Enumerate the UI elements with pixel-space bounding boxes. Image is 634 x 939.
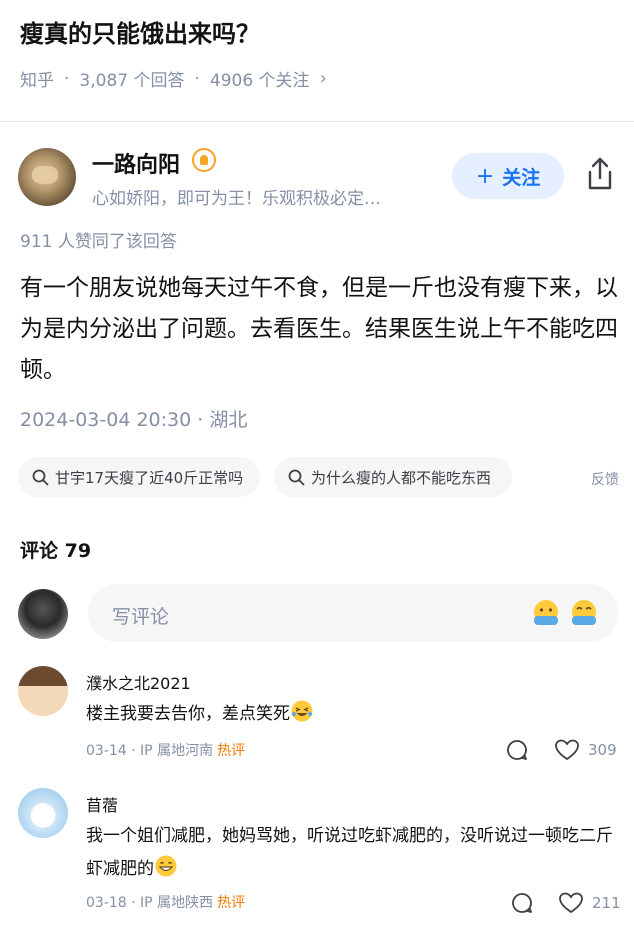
heart-icon[interactable] [558,891,584,915]
answer-time: 2024-03-04 20:30 · 湖北 [20,409,248,431]
divider [0,121,634,122]
search-icon [32,469,49,485]
comment-input-placeholder[interactable]: 写评论 [112,602,169,629]
author-name[interactable]: 一路向阳 [92,147,180,179]
author-avatar[interactable] [18,148,76,206]
feedback-link[interactable]: 反馈 [591,469,619,489]
grinning-emoji-icon [155,855,177,877]
commenter-name[interactable]: 苜蓿 [86,792,118,816]
thanks-emoji-icon[interactable] [531,598,561,628]
agree-count: 911 人赞同了该回答 [20,232,177,252]
plus-icon: + [475,163,495,189]
my-avatar [18,589,68,639]
related-search-chip[interactable]: 甘宇17天瘦了近40斤正常吗 [18,457,260,497]
comment-meta: 03-14 · IP 属地河南 热评 [86,743,246,759]
answer-content[interactable]: 有一个朋友说她每天过午不食，但是一斤也没有瘦下来，以为是内分泌出了问题。去看医生… [20,268,620,391]
chevron-right-icon: › [319,68,327,89]
source-label: 知乎 [20,71,54,91]
commenter-name[interactable]: 濮水之北2021 [86,670,191,694]
related-search-chip[interactable]: 为什么瘦的人都不能吃东西 [274,457,512,497]
comments-title: 评论 79 [20,540,92,562]
chip-label: 甘宇17天瘦了近40斤正常吗 [55,468,244,487]
comment-text[interactable]: 我一个姐们减肥，她妈骂她，听说过吃虾减肥的，没听说过一顿吃二斤虾减肥的 [86,820,616,886]
question-meta[interactable]: 知乎 · 3,087 个回答 · 4906 个关注 › [20,66,327,91]
author-bio: 心如娇阳，即可为王！乐观积极必定… [92,189,381,209]
follower-count: 4906 个关注 [209,71,310,91]
hot-comment-badge: 热评 [217,895,246,911]
follow-button[interactable]: + 关注 [452,153,564,199]
commenter-avatar[interactable] [18,666,68,716]
like-count: 309 [588,741,617,759]
laughing-emoji-icon [291,700,313,722]
lock-badge-icon [192,148,216,172]
answer-count: 3,087 个回答 [79,71,185,91]
comment-meta: 03-18 · IP 属地陕西 热评 [86,895,246,911]
agree-emoji-icon[interactable] [569,598,599,628]
reply-icon[interactable] [505,738,529,762]
commenter-avatar[interactable] [18,788,68,838]
hot-comment-badge: 热评 [217,743,246,759]
reply-icon[interactable] [510,891,534,915]
chip-label: 为什么瘦的人都不能吃东西 [311,468,492,487]
search-icon [288,469,305,485]
follow-label: 关注 [502,166,541,189]
question-title[interactable]: 瘦真的只能饿出来吗？ [20,14,260,49]
heart-icon[interactable] [554,738,580,762]
like-count: 211 [592,894,621,912]
share-icon[interactable] [584,156,616,192]
comment-text[interactable]: 楼主我要去告你，差点笑死 [86,698,616,731]
